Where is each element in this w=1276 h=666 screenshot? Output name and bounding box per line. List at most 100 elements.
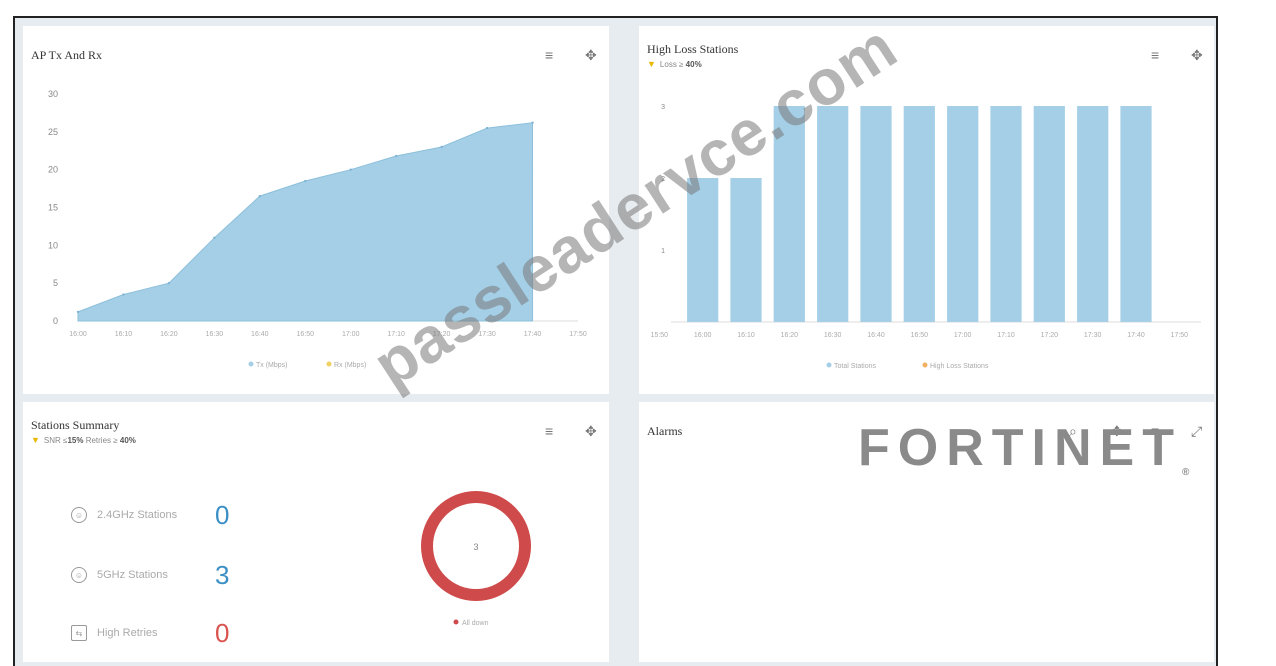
y-tick-label: 2 [661, 176, 665, 183]
move-icon[interactable]: ✥ [1191, 48, 1203, 62]
tx-data-point [349, 168, 352, 171]
tx-data-point [213, 236, 216, 239]
stations-5ghz-icon: ☺ [71, 567, 87, 583]
total-stations-bar [1120, 106, 1152, 322]
x-tick-label: 17:20 [433, 331, 451, 338]
legend-swatch [922, 362, 928, 368]
stat-value: 3 [215, 560, 230, 590]
stat-2ghz-stations[interactable]: ☺ 2.4GHz Stations 0 [71, 500, 229, 530]
x-tick-label: 16:20 [781, 332, 799, 339]
total-stations-bar [1033, 106, 1065, 322]
y-tick-label: 5 [53, 278, 58, 288]
filter-summary[interactable]: ▼ SNR ≤15% Retries ≥ 40% [31, 435, 136, 445]
legend-swatch [826, 362, 832, 368]
filter-value: 40% [685, 60, 702, 69]
x-tick-label: 16:10 [115, 331, 133, 338]
panel-header: High Loss Stations ▼ Loss ≥ 40% ≡ ✥ [639, 26, 1214, 76]
panel-title: High Loss Stations [647, 42, 739, 56]
stations-donut-chart[interactable]: 3 All down [396, 482, 556, 642]
filter-retries-prefix: Retries ≥ [85, 436, 118, 445]
legend-swatch [326, 361, 332, 367]
panel-title: Stations Summary [31, 418, 120, 432]
total-stations-bar [817, 106, 849, 322]
x-tick-label: 17:30 [1084, 332, 1102, 339]
y-tick-label: 25 [48, 127, 58, 137]
donut-legend-label: All down [462, 620, 489, 627]
x-tick-label: 16:40 [867, 332, 885, 339]
stat-value: 0 [215, 500, 230, 530]
x-tick-label: 17:50 [1171, 332, 1189, 339]
total-stations-bar [990, 106, 1022, 322]
x-tick-label: 17:10 [997, 332, 1015, 339]
panel-stations-summary: Stations Summary ▼ SNR ≤15% Retries ≥ 40%… [23, 402, 609, 662]
total-stations-bar [730, 178, 762, 322]
x-tick-label: 17:00 [954, 332, 972, 339]
stat-5ghz-stations[interactable]: ☺ 5GHz Stations 3 [71, 560, 229, 590]
total-stations-bar [860, 106, 892, 322]
x-tick-label: 16:30 [206, 331, 224, 338]
x-tick-label: 16:00 [69, 331, 87, 338]
fortinet-logo: FORTINET® [858, 418, 1189, 478]
tx-data-point [167, 281, 171, 285]
stat-value: 0 [215, 618, 230, 648]
tx-data-point [394, 154, 398, 158]
filter-prefix: Loss ≥ [659, 60, 684, 69]
tx-data-point [258, 194, 262, 198]
tx-data-point [531, 121, 534, 124]
panel-high-loss-stations: High Loss Stations ▼ Loss ≥ 40% ≡ ✥ 1 2 3 15… [639, 26, 1214, 394]
high-loss-bar-chart: 1 2 3 15:50 16:00 16:10 16:20 16:30 16:40 16:50 17… [651, 104, 1201, 370]
y-tick-label: 15 [48, 203, 58, 213]
panel-title: AP Tx And Rx [31, 48, 103, 62]
x-tick-label: 17:50 [569, 331, 587, 338]
legend-label: Rx (Mbps) [334, 362, 366, 369]
total-stations-bar [903, 106, 935, 322]
tx-data-point [76, 310, 80, 314]
filter-icon: ▼ [647, 59, 656, 69]
filter-retries-value: 40% [119, 436, 136, 445]
y-tick-label: 1 [661, 248, 665, 255]
filter-icon: ▼ [31, 435, 40, 445]
x-tick-label: 17:00 [342, 331, 360, 338]
menu-icon[interactable]: ≡ [545, 424, 553, 438]
stat-label: 5GHz Stations [97, 569, 168, 581]
tx-data-point [485, 126, 489, 130]
tx-data-point [440, 145, 443, 149]
x-tick-label: 17:30 [478, 331, 496, 338]
x-tick-label: 16:50 [297, 331, 315, 338]
tx-data-point [304, 179, 307, 183]
tx-rx-area-chart: 0 5 10 15 20 25 30 16:00 16:10 16:20 16:30 16:40 16:… [48, 89, 587, 369]
x-tick-label: 16:30 [824, 332, 842, 339]
y-tick-label: 20 [48, 165, 58, 175]
total-stations-bar [947, 106, 979, 322]
high-retries-icon: ⇆ [71, 625, 87, 641]
filter-snr-prefix: SNR ≤ [43, 436, 68, 445]
logo-registered: ® [1181, 467, 1190, 478]
x-tick-label: 17:40 [1127, 332, 1145, 339]
stat-label: High Retries [97, 627, 158, 639]
panel-ap-tx-rx: AP Tx And Rx ≡ ✥ 0 5 10 15 20 25 30 16:00 16:10 1… [23, 26, 609, 394]
x-tick-label: 17:20 [1041, 332, 1059, 339]
expand-icon[interactable]: ⤢ [1191, 424, 1202, 438]
menu-icon[interactable]: ≡ [545, 48, 553, 62]
tx-data-point [122, 293, 125, 296]
legend-label: Tx (Mbps) [256, 362, 288, 369]
tx-area-series [77, 122, 534, 322]
filter-snr-value: 15% [67, 436, 84, 445]
panel-title: Alarms [647, 424, 683, 438]
total-stations-bar [773, 106, 805, 322]
legend-label: Total Stations [834, 363, 877, 370]
panel-header: AP Tx And Rx ≡ ✥ [23, 26, 609, 76]
filter-summary[interactable]: ▼ Loss ≥ 40% [647, 59, 702, 69]
legend-label: High Loss Stations [930, 363, 989, 370]
stat-high-retries[interactable]: ⇆ High Retries 0 [71, 618, 229, 648]
legend-swatch [248, 361, 254, 367]
total-stations-bar [687, 178, 719, 322]
x-tick-label: 16:20 [160, 331, 178, 338]
stat-label: 2.4GHz Stations [97, 509, 178, 521]
x-tick-label: 16:50 [911, 332, 929, 339]
move-icon[interactable]: ✥ [585, 48, 597, 62]
move-icon[interactable]: ✥ [585, 424, 597, 438]
x-tick-label: 17:40 [524, 331, 542, 338]
menu-icon[interactable]: ≡ [1151, 48, 1159, 62]
x-tick-label: 17:10 [387, 331, 405, 338]
